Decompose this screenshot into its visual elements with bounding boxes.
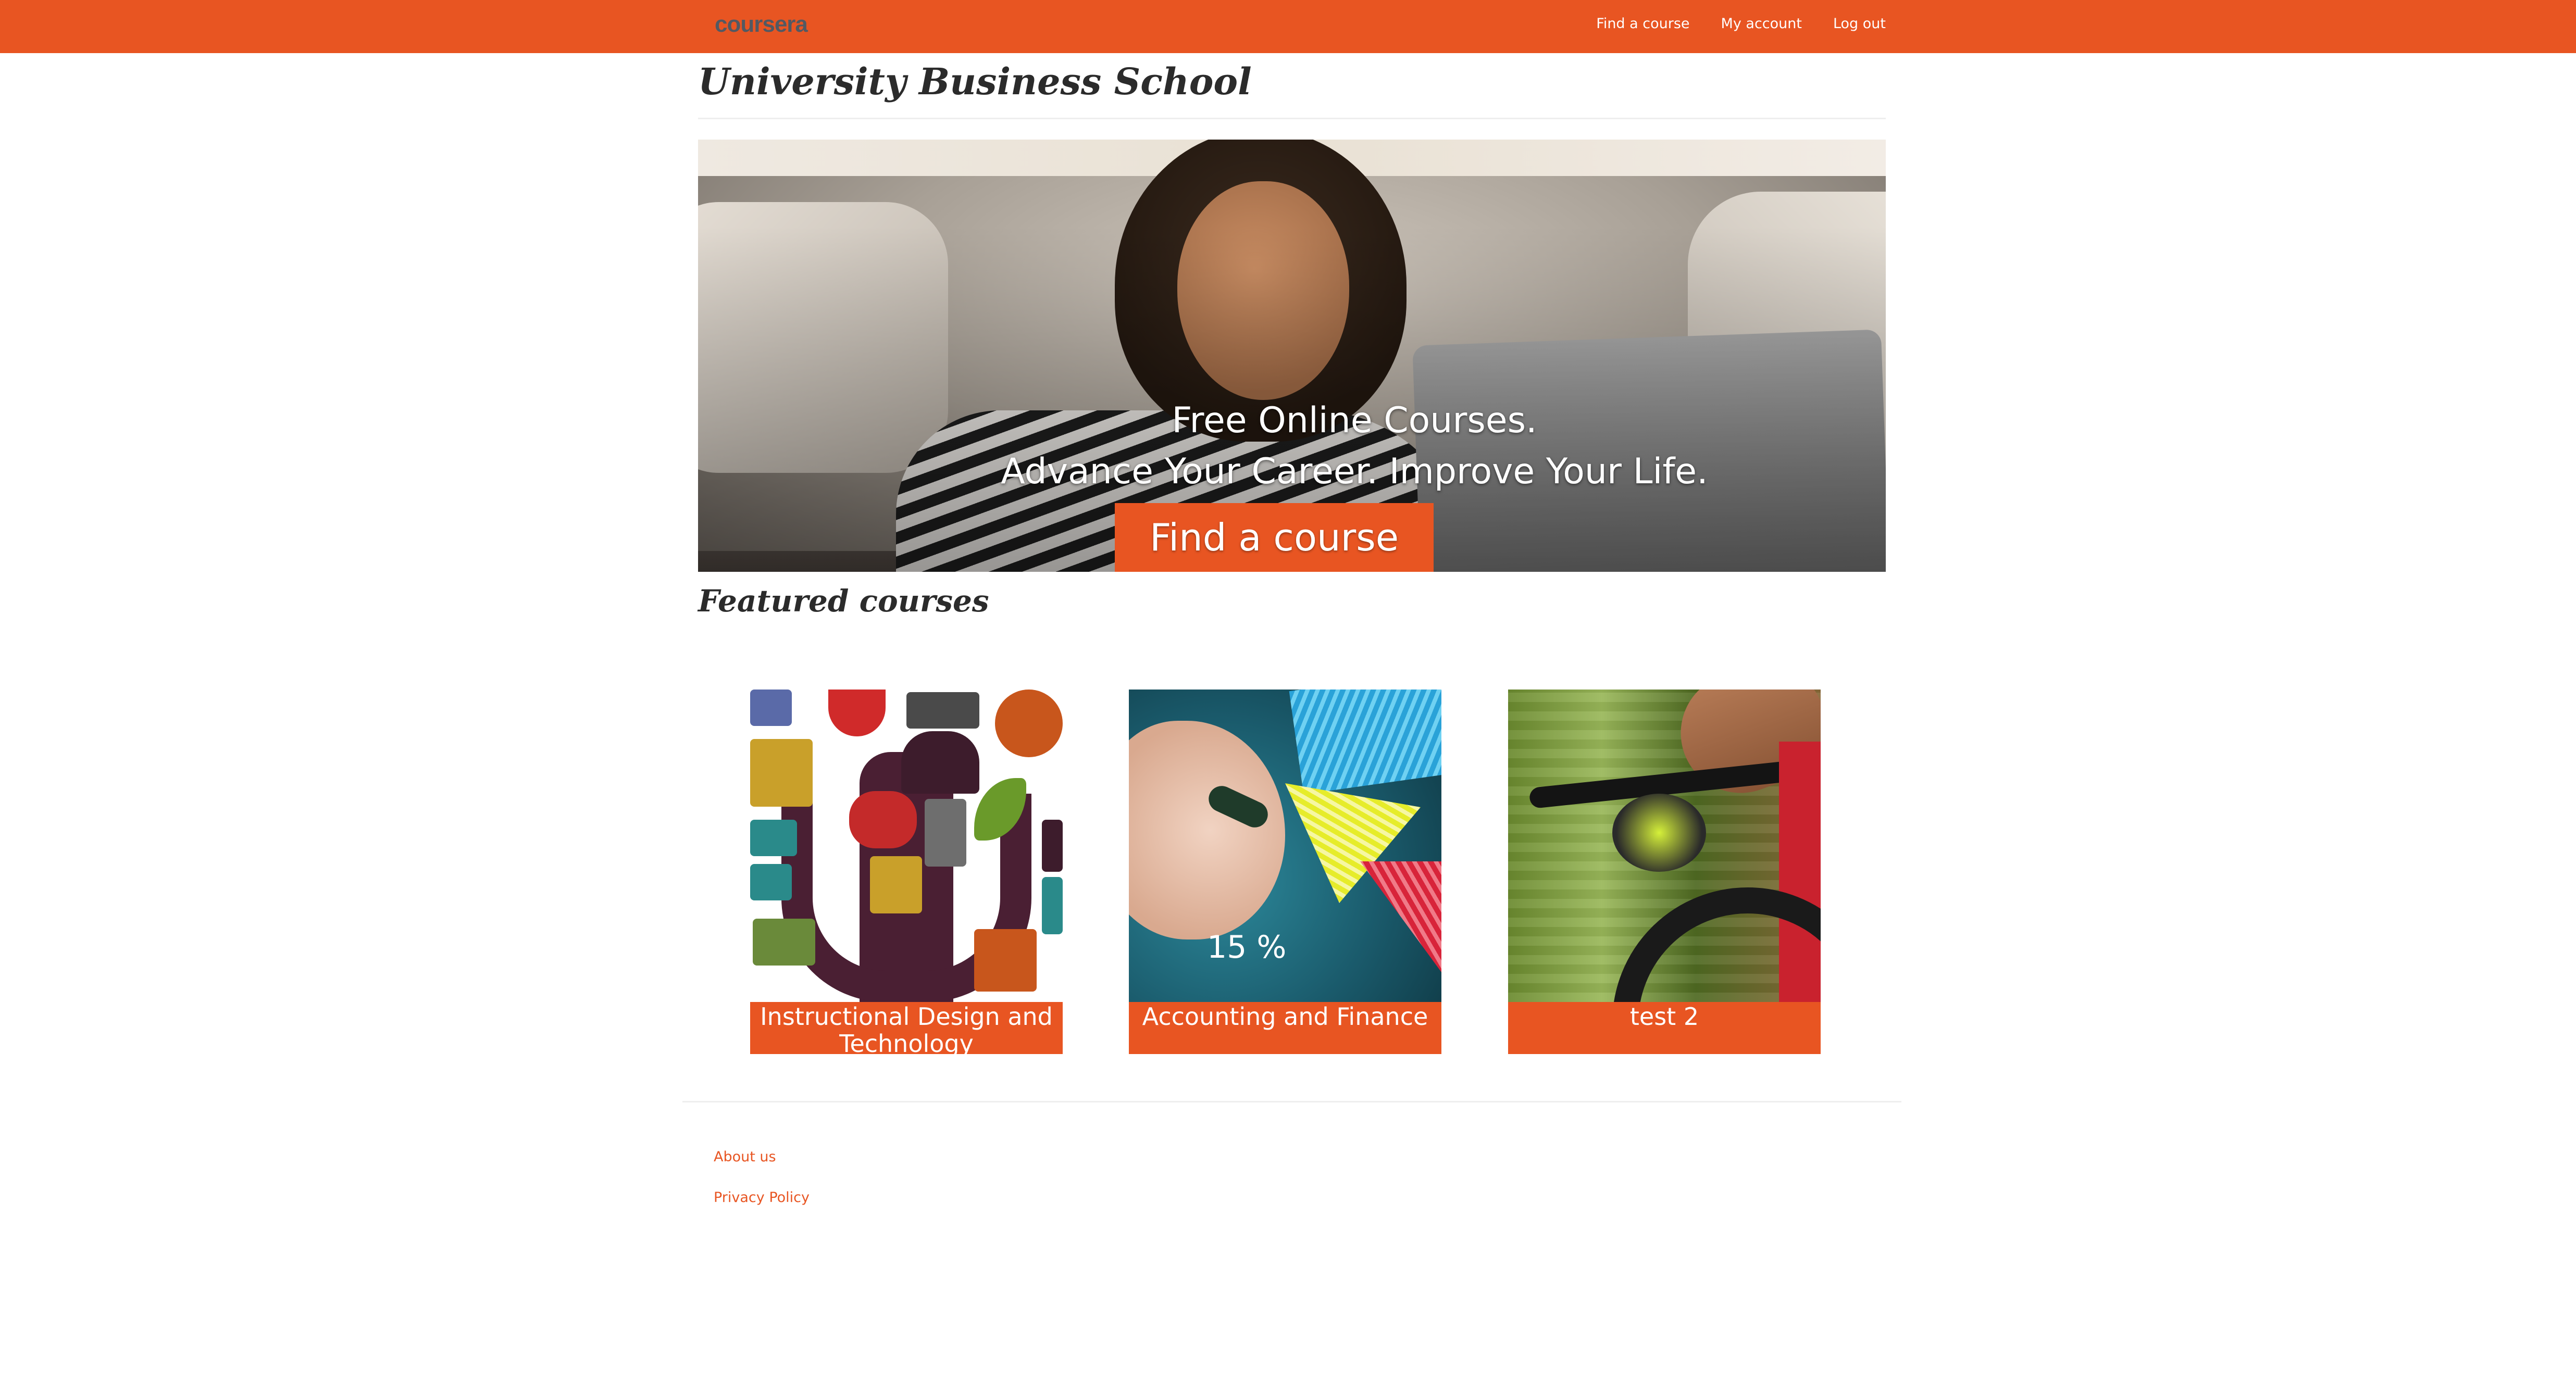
course-card-accounting-finance[interactable]: 15 % Accounting and Finance: [1129, 690, 1441, 1054]
folder-icon: [753, 919, 815, 966]
footer-privacy-policy-link[interactable]: Privacy Policy: [714, 1189, 810, 1206]
group-users-icon: [901, 731, 979, 794]
hand-holding-marker: [1129, 721, 1285, 939]
monitor-icon: [750, 820, 797, 856]
pie-slice-blue: [1289, 690, 1441, 795]
hand-icon: [849, 791, 917, 848]
hero-find-a-course-button[interactable]: Find a course: [1115, 503, 1434, 572]
globe-icon: [995, 690, 1063, 757]
calendar-icon: [750, 690, 792, 726]
lock-icon: [1042, 877, 1063, 934]
footer-about-us-link[interactable]: About us: [714, 1149, 776, 1165]
rss-icon: [974, 929, 1037, 992]
page-title: University Business School: [698, 60, 1252, 103]
course-image-instructional-design: [750, 690, 1063, 1002]
nav-find-a-course-link[interactable]: Find a course: [1596, 16, 1689, 32]
course-card-instructional-design[interactable]: Instructional Design and Technology: [750, 690, 1063, 1054]
calculator-icon: [925, 799, 966, 867]
title-divider: [698, 118, 1886, 119]
percentage-annotation: 15 %: [1207, 929, 1287, 966]
house-icon: [750, 739, 813, 807]
course-title: test 2: [1508, 1002, 1821, 1054]
course-image-test-2: [1508, 690, 1821, 1002]
grid-icon: [750, 864, 792, 900]
megaphone-icon: [906, 692, 979, 729]
top-nav: Find a course My account Log out: [1596, 16, 1886, 32]
coursera-logo[interactable]: coursera: [715, 11, 808, 37]
nav-log-out-link[interactable]: Log out: [1833, 16, 1886, 32]
course-card-test-2[interactable]: test 2: [1508, 690, 1821, 1054]
satellite-dish-icon: [828, 690, 886, 736]
top-nav-bar: coursera Find a course My account Log ou…: [0, 0, 2576, 53]
footer-divider: [682, 1101, 1901, 1102]
featured-courses-heading: Featured courses: [698, 583, 989, 619]
hero-headline-line2: Advance Your Career. Improve Your Life.: [1001, 451, 1708, 492]
hero-headline-line1: Free Online Courses.: [1172, 400, 1537, 441]
course-image-accounting-finance: 15 %: [1129, 690, 1441, 1002]
video-camera-icon: [870, 856, 922, 913]
course-title: Instructional Design and Technology: [750, 1002, 1063, 1054]
course-title: Accounting and Finance: [1129, 1002, 1441, 1054]
person-icon: [1042, 820, 1063, 872]
cyclist-glove: [1612, 794, 1706, 872]
nav-my-account-link[interactable]: My account: [1721, 16, 1802, 32]
hero-banner: Free Online Courses. Advance Your Career…: [698, 140, 1886, 572]
